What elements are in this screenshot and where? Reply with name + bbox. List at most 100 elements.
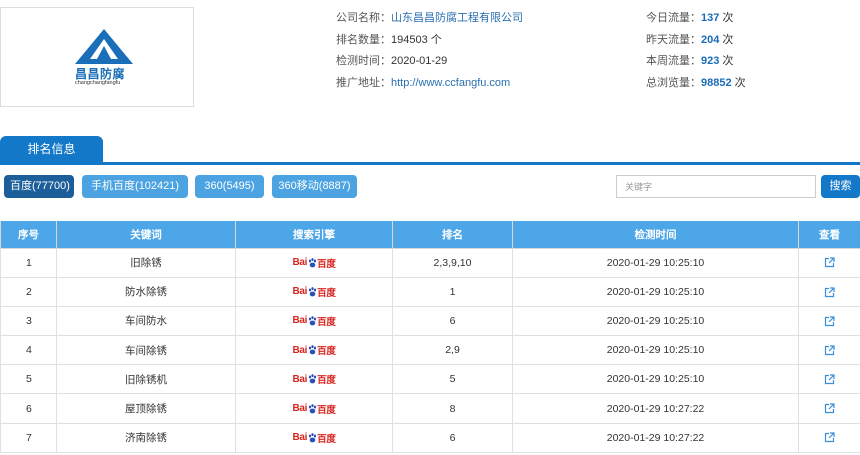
col-header-view: 查看 [798,221,860,249]
baidu-logo-prefix: Bai [292,257,308,269]
search-button[interactable]: 搜索 [821,175,860,198]
table-row: 1 旧除锈 Bai 百度 2,3,9,10 2020-01-29 10:25:1… [0,247,860,278]
rank-count: 194503 个 [391,33,442,46]
stat-unit: 次 [734,76,746,89]
row-rank: 8 [392,393,513,424]
today-traffic-label: 今日流量： [646,12,701,24]
today-traffic: 137 [701,12,720,24]
promo-url-link[interactable]: http://www.ccfangfu.com [391,77,510,89]
table-header-row: 序号 关键词 搜索引擎 排名 检测时间 查看 [0,221,860,249]
promo-url-label: 推广地址： [336,76,391,89]
logo-sub-text: changchangfangfu [75,80,121,86]
stat-unit: 次 [722,33,734,46]
total-views: 98852 [701,76,732,89]
row-index: 4 [0,335,57,366]
row-check-time: 2020-01-29 10:27:22 [512,393,799,424]
row-keyword: 旧除锈 [56,247,236,278]
external-link-icon[interactable] [824,374,835,385]
row-view [798,276,860,307]
row-engine: Bai 百度 [235,422,393,453]
baidu-logo-prefix: Bai [292,432,308,444]
table-row: 2 防水除锈 Bai 百度 1 2020-01-29 10:25:10 [0,276,860,307]
baidu-logo-prefix: Bai [292,403,308,415]
baidu-logo-icon: Bai 百度 [292,343,336,358]
row-keyword: 济南除锈 [56,422,236,453]
table-row: 7 济南除锈 Bai 百度 6 2020-01-29 10:27:22 [0,422,860,453]
external-link-icon[interactable] [824,286,835,298]
company-name-label: 公司名称： [336,12,391,24]
baidu-paw-icon [308,257,316,267]
baidu-logo-suffix: 百度 [317,316,336,328]
baidu-logo-prefix: Bai [292,315,308,327]
external-link-icon[interactable] [824,316,835,327]
baidu-paw-icon [308,432,316,443]
table-row: 6 屋顶除锈 Bai 百度 8 2020-01-29 10:27:22 [0,393,860,424]
week-traffic-label: 本周流量： [646,55,701,67]
check-date-label: 检测时间： [336,55,391,67]
company-info: 公司名称：山东昌昌防腐工程有限公司 排名数量：194503 个 检测时间：202… [336,10,523,96]
tab-ranking-info[interactable]: 排名信息 [0,136,103,162]
row-rank: 2,9 [392,335,513,366]
external-link-icon[interactable] [824,432,835,443]
baidu-logo-prefix: Bai [292,286,308,298]
external-link-icon[interactable] [824,403,835,414]
external-link-icon[interactable] [824,345,835,356]
tab-bar: 排名信息 [0,136,860,165]
check-date: 2020-01-29 [391,55,448,67]
row-check-time: 2020-01-29 10:25:10 [512,335,799,366]
row-index: 6 [0,393,57,424]
row-engine: Bai 百度 [235,305,393,337]
filter-360-mobile-button[interactable]: 360移动(8887) [272,175,357,198]
external-link-icon[interactable] [824,257,835,268]
col-header-rank: 排名 [392,221,513,249]
baidu-logo-suffix: 百度 [317,404,336,416]
row-view [798,335,860,366]
row-index: 2 [0,276,57,307]
table-row: 3 车间防水 Bai 百度 6 2020-01-29 10:25:10 [0,305,860,337]
week-traffic: 923 [701,55,720,67]
baidu-logo-prefix: Bai [292,373,308,385]
row-engine: Bai 百度 [235,364,393,395]
row-view [798,305,860,337]
col-header-index: 序号 [0,221,57,249]
row-rank: 1 [392,276,513,307]
baidu-logo-icon: Bai 百度 [292,314,335,328]
row-keyword: 车间除锈 [56,335,236,366]
row-engine: Bai 百度 [235,335,393,366]
baidu-logo-icon: Bai 百度 [292,285,335,299]
filter-360-button[interactable]: 360(5495) [195,175,264,198]
row-view [798,393,860,424]
row-check-time: 2020-01-29 10:25:10 [512,247,799,278]
company-name: 山东昌昌防腐工程有限公司 [391,12,523,24]
col-header-check-time: 检测时间 [512,221,799,249]
baidu-logo-suffix: 百度 [317,346,336,358]
ranking-table: 序号 关键词 搜索引擎 排名 检测时间 查看 1 旧除锈 Bai 百度 2,3,… [0,221,860,453]
baidu-logo-icon: Bai 百度 [292,431,335,445]
row-rank: 2,3,9,10 [392,247,513,278]
baidu-paw-icon [308,345,316,355]
filter-baidu-button[interactable]: 百度(77700) [4,175,74,198]
baidu-logo-suffix: 百度 [317,258,336,270]
keyword-search-input[interactable] [616,175,816,198]
rank-count-label: 排名数量： [336,33,391,46]
baidu-paw-icon [308,374,316,384]
stat-unit: 次 [722,12,734,24]
row-rank: 5 [392,364,513,395]
row-keyword: 屋顶除锈 [56,393,236,424]
row-rank: 6 [392,422,513,453]
table-row: 5 旧除锈机 Bai 百度 5 2020-01-29 10:25:10 [0,364,860,395]
total-views-label: 总浏览量： [646,76,701,89]
row-view [798,247,860,278]
row-view [798,364,860,395]
row-engine: Bai 百度 [235,393,393,424]
row-index: 3 [0,305,57,337]
baidu-paw-icon [308,403,316,413]
row-rank: 6 [392,305,513,337]
stat-unit: 次 [722,55,734,67]
baidu-paw-icon [308,286,316,297]
filter-mobile-baidu-button[interactable]: 手机百度(102421) [82,175,188,198]
row-index: 1 [0,247,57,278]
yesterday-traffic: 204 [701,33,720,46]
baidu-logo-suffix: 百度 [317,375,336,387]
row-index: 7 [0,422,57,453]
